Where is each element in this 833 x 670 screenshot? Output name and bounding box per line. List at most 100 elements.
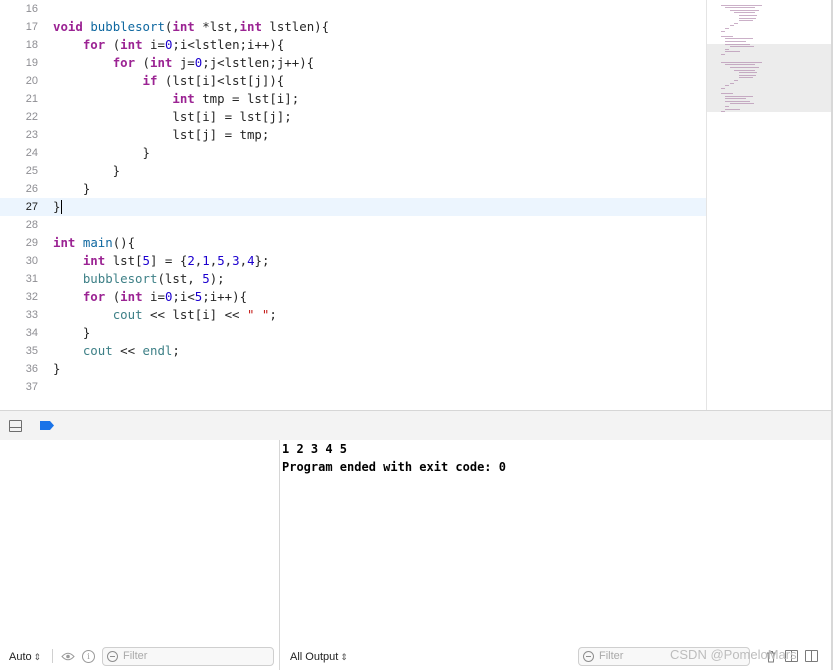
line-number: 18 — [25, 39, 38, 51]
code-text: bubblesort(lst, 5); — [53, 270, 225, 288]
code-token: 1 — [202, 253, 210, 268]
code-line[interactable]: 16 — [0, 0, 706, 18]
code-line[interactable]: 36} — [0, 360, 706, 378]
filter-placeholder: Filter — [599, 650, 624, 662]
code-token: i= — [142, 289, 165, 304]
line-number: 35 — [25, 345, 38, 357]
toolbar-separator — [52, 649, 53, 663]
code-line[interactable]: 31 bubblesort(lst, 5); — [0, 270, 706, 288]
code-token: int — [239, 19, 262, 34]
code-token: if — [142, 73, 158, 88]
code-token: main — [82, 235, 113, 250]
code-line[interactable]: 25 } — [0, 162, 706, 180]
code-token: ( — [105, 37, 121, 52]
code-line[interactable]: 29 int main(){ — [0, 234, 706, 252]
variables-filter-input[interactable]: Filter — [102, 647, 274, 666]
line-number: 34 — [25, 327, 38, 339]
code-token: 5 — [202, 271, 210, 286]
minimap-line — [725, 7, 756, 9]
code-text: } — [53, 180, 90, 198]
console-line: 1 2 3 4 5 — [282, 442, 348, 456]
code-token: } — [53, 199, 61, 214]
code-text: cout << lst[i] << " "; — [53, 306, 277, 324]
code-line[interactable]: 32 for (int i=0;i<5;i++){ — [0, 288, 706, 306]
code-line[interactable]: 34 } — [0, 324, 706, 342]
code-token: 5 — [142, 253, 151, 268]
text-caret — [61, 200, 62, 214]
code-line[interactable]: 37 — [0, 378, 706, 396]
code-token: int — [82, 253, 106, 268]
line-number: 26 — [25, 183, 38, 195]
line-number: 29 — [25, 237, 38, 249]
code-line[interactable]: 19 for (int j=0;j<lstlen;j++){ — [0, 54, 706, 72]
console-output[interactable]: 1 2 3 4 5 Program ended with exit code: … — [280, 440, 831, 640]
minimap-line — [725, 28, 730, 29]
minimap-line — [725, 38, 753, 40]
code-line[interactable]: 23 lst[j] = tmp; — [0, 126, 706, 144]
minimap-line — [725, 48, 730, 50]
minimap-line — [729, 67, 760, 68]
code-editor[interactable]: 16 17 void bubblesort(int *lst,int lstlen)… — [0, 0, 706, 410]
minimap-line — [738, 74, 757, 76]
code-line[interactable]: 20 if (lst[i]<lst[j]){ — [0, 72, 706, 90]
minimap-line — [725, 85, 730, 87]
code-token: i= — [142, 37, 165, 52]
variables-toolbar: Auto ⇕ i Filter — [0, 643, 279, 670]
code-text: } — [53, 360, 60, 378]
code-token: 3 — [232, 253, 240, 268]
line-number: 24 — [25, 147, 38, 159]
scope-select[interactable]: Auto ⇕ — [9, 651, 41, 663]
line-number: 25 — [25, 165, 38, 177]
code-line[interactable]: 27} — [0, 198, 706, 216]
minimap-line — [729, 82, 734, 84]
code-text: lst[j] = tmp; — [53, 126, 269, 144]
code-line[interactable]: 17 void bubblesort(int *lst,int lstlen){ — [0, 18, 706, 36]
minimap-line — [725, 95, 753, 97]
code-token: << — [112, 343, 143, 358]
code-token: ); — [209, 271, 225, 286]
output-select-label: All Output — [290, 651, 339, 663]
code-line[interactable]: 22 lst[i] = lst[j]; — [0, 108, 706, 126]
info-icon[interactable]: i — [82, 650, 95, 663]
code-token: j= — [172, 55, 195, 70]
code-line[interactable]: 28 — [0, 216, 706, 234]
code-line[interactable]: 35 cout << endl; — [0, 342, 706, 360]
code-token: ;i<lstlen;i++){ — [172, 37, 285, 52]
code-text: int main(){ — [53, 234, 135, 252]
code-token: for — [82, 37, 106, 52]
code-line[interactable]: 33 cout << lst[i] << " "; — [0, 306, 706, 324]
minimap-line — [725, 108, 740, 110]
minimap-line — [738, 20, 753, 22]
code-token: int — [120, 37, 143, 52]
hide-debug-area-icon[interactable] — [9, 420, 22, 432]
code-line[interactable]: 30 int lst[5] = {2,1,5,3,4}; — [0, 252, 706, 270]
minimap-line — [725, 100, 750, 102]
code-token: int — [172, 91, 195, 106]
code-text: for (int j=0;j<lstlen;j++){ — [53, 54, 314, 72]
code-line[interactable]: 26 } — [0, 180, 706, 198]
output-select[interactable]: All Output ⇕ — [290, 651, 348, 663]
chevron-updown-icon: ⇕ — [340, 652, 348, 662]
code-line[interactable]: 24 } — [0, 144, 706, 162]
code-token: } — [53, 361, 61, 376]
minimap-line — [725, 43, 750, 45]
code-token: << lst[i] << — [142, 307, 247, 322]
code-token: " " — [246, 307, 270, 322]
minimap-line — [738, 17, 757, 19]
code-token: int — [53, 235, 76, 250]
minimap[interactable] — [706, 0, 832, 410]
breakpoint-toggle-icon[interactable] — [39, 420, 55, 431]
debug-bar — [0, 410, 831, 441]
code-token: lstlen){ — [261, 19, 330, 34]
code-line[interactable]: 21 int tmp = lst[i]; — [0, 90, 706, 108]
minimap-line — [738, 77, 753, 79]
variables-view[interactable] — [0, 440, 279, 670]
code-line[interactable]: 18 for (int i=0;i<lstlen;i++){ — [0, 36, 706, 54]
eye-icon[interactable] — [61, 652, 75, 661]
split-right-icon[interactable] — [805, 650, 818, 662]
line-number: 33 — [25, 309, 38, 321]
code-text: int lst[5] = {2,1,5,3,4}; — [53, 252, 270, 270]
